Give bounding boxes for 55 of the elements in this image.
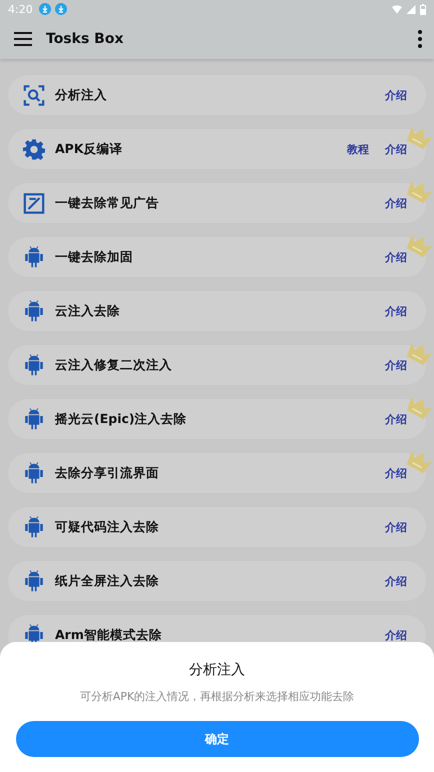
intro-link[interactable]: 介绍 bbox=[385, 358, 407, 372]
tool-name: 一键去除常见广告 bbox=[55, 194, 159, 212]
intro-link[interactable]: 介绍 bbox=[385, 412, 407, 426]
intro-link[interactable]: 介绍 bbox=[385, 628, 407, 642]
intro-link[interactable]: 介绍 bbox=[385, 574, 407, 588]
wifi-icon bbox=[392, 4, 402, 14]
tool-card[interactable]: 分析注入 介绍 bbox=[8, 75, 426, 115]
tool-card[interactable]: 可疑代码注入去除 介绍 bbox=[8, 507, 426, 547]
confirm-button[interactable]: 确定 bbox=[16, 721, 418, 757]
android-icon bbox=[23, 300, 45, 322]
signal-icon bbox=[406, 4, 416, 14]
android-icon bbox=[23, 408, 45, 430]
tutorial-link[interactable]: 教程 bbox=[347, 142, 369, 156]
tool-name: 纸片全屏注入去除 bbox=[55, 572, 159, 590]
intro-link[interactable]: 介绍 bbox=[385, 88, 407, 102]
tool-name: Arm智能模式去除 bbox=[55, 626, 162, 644]
tool-name: 云注入修复二次注入 bbox=[55, 356, 172, 374]
sheet-message: 可分析APK的注入情况，再根据分析来选择相应功能去除 bbox=[80, 689, 354, 704]
more-options-icon[interactable] bbox=[418, 30, 422, 48]
intro-link[interactable]: 介绍 bbox=[385, 520, 407, 534]
android-icon bbox=[23, 462, 45, 484]
tool-card[interactable]: 一键去除加固 介绍 bbox=[8, 237, 426, 277]
tool-card[interactable]: 去除分享引流界面 介绍 bbox=[8, 453, 426, 493]
tool-name: APK反编译 bbox=[55, 140, 123, 158]
intro-link[interactable]: 介绍 bbox=[385, 250, 407, 264]
tool-card[interactable]: 纸片全屏注入去除 介绍 bbox=[8, 561, 426, 601]
tool-card[interactable]: 云注入修复二次注入 介绍 bbox=[8, 345, 426, 385]
android-icon bbox=[23, 354, 45, 376]
edit-box-icon bbox=[23, 192, 45, 214]
tool-name: 去除分享引流界面 bbox=[55, 464, 159, 482]
scan-search-icon bbox=[23, 84, 45, 106]
tool-card[interactable]: 摇光云(Epic)注入去除 介绍 bbox=[8, 399, 426, 439]
tool-name: 可疑代码注入去除 bbox=[55, 518, 159, 536]
download-notification-icon bbox=[54, 3, 67, 15]
tool-name: 一键去除加固 bbox=[55, 248, 133, 266]
android-icon bbox=[23, 516, 45, 538]
android-icon bbox=[23, 570, 45, 592]
intro-link[interactable]: 介绍 bbox=[385, 466, 407, 480]
download-notification-icon bbox=[38, 3, 51, 15]
intro-link[interactable]: 介绍 bbox=[385, 304, 407, 318]
intro-link[interactable]: 介绍 bbox=[385, 196, 407, 210]
tool-name: 分析注入 bbox=[55, 86, 107, 104]
menu-icon[interactable] bbox=[14, 32, 32, 46]
app-title: Tosks Box bbox=[46, 30, 124, 46]
status-time: 4:20 bbox=[8, 2, 33, 16]
settings-icon bbox=[23, 138, 45, 160]
tool-card[interactable]: 云注入去除 介绍 bbox=[8, 291, 426, 331]
intro-link[interactable]: 介绍 bbox=[385, 142, 407, 156]
android-icon bbox=[23, 246, 45, 268]
tool-card[interactable]: 一键去除常见广告 介绍 bbox=[8, 183, 426, 223]
sheet-title: 分析注入 bbox=[189, 661, 245, 679]
tool-name: 摇光云(Epic)注入去除 bbox=[55, 410, 187, 428]
tool-card[interactable]: APK反编译 教程 介绍 bbox=[8, 129, 426, 169]
tool-name: 云注入去除 bbox=[55, 302, 120, 320]
battery-icon bbox=[420, 4, 426, 14]
